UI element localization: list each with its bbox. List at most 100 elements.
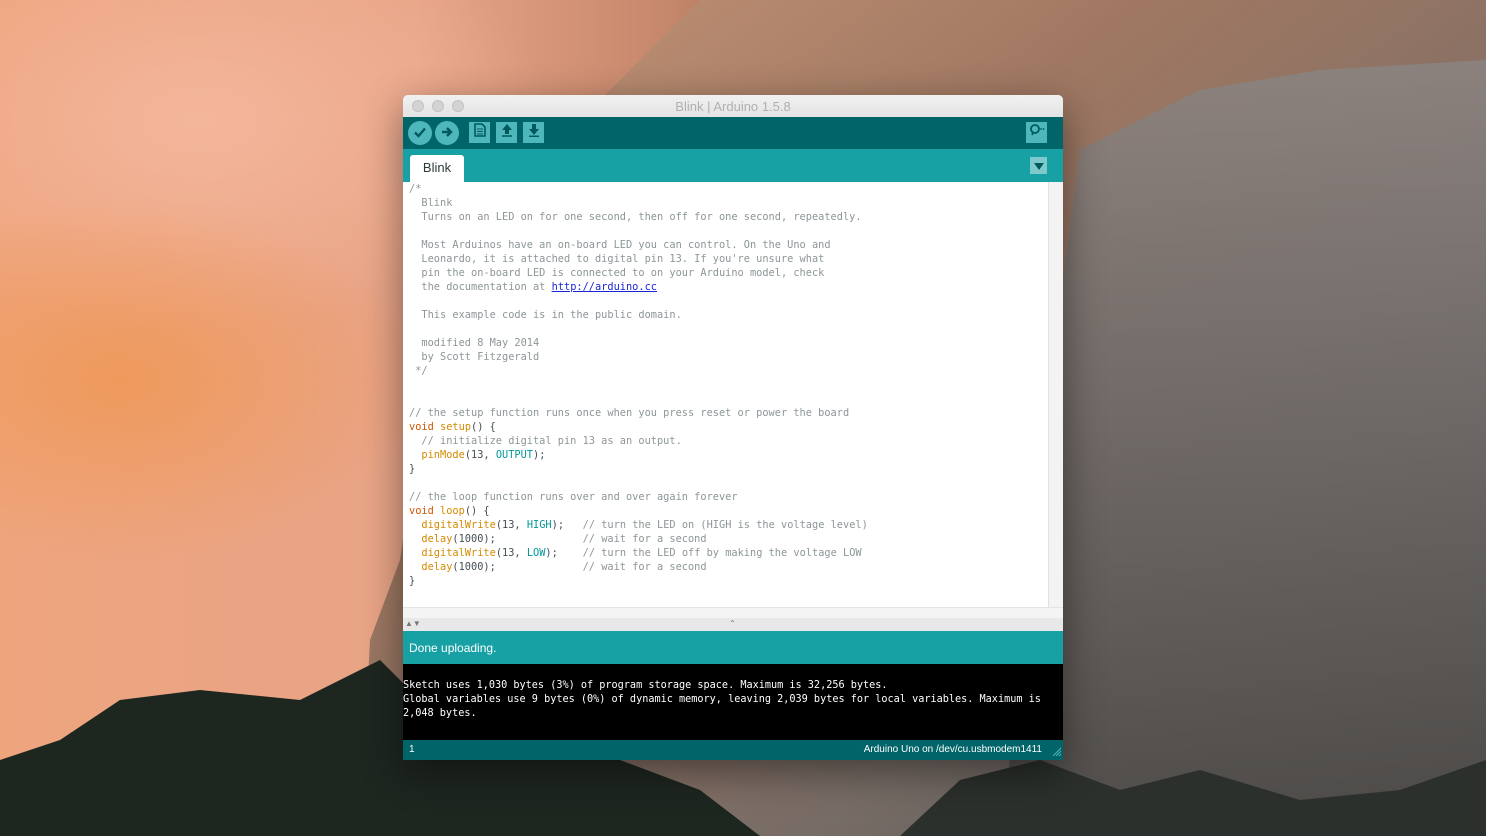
- document-icon: [473, 123, 486, 142]
- code-token: // the setup function runs once when you…: [409, 407, 850, 419]
- code-link[interactable]: http://arduino.cc: [552, 281, 657, 293]
- code-token: loop: [440, 505, 465, 517]
- console-output[interactable]: Sketch uses 1,030 bytes (3%) of program …: [403, 664, 1063, 740]
- code-line[interactable]: Most Arduinos have an on-board LED you c…: [409, 239, 831, 251]
- open-sketch-button[interactable]: [496, 122, 517, 143]
- footer-bar: 1 Arduino Uno on /dev/cu.usbmodem1411: [403, 740, 1063, 760]
- code-line[interactable]: modified 8 May 2014: [409, 337, 539, 349]
- code-token: // turn the LED off by making the voltag…: [582, 547, 862, 559]
- code-line[interactable]: digitalWrite(13, LOW); // turn the LED o…: [409, 547, 862, 559]
- code-line[interactable]: Blink: [409, 197, 452, 209]
- code-token: // wait for a second: [582, 533, 707, 545]
- code-line[interactable]: }: [409, 463, 415, 475]
- tab-bar: Blink: [403, 149, 1063, 182]
- collapse-arrows-icon[interactable]: ▲▼: [405, 619, 421, 628]
- status-message: Done uploading.: [409, 641, 497, 655]
- editor-vertical-scrollbar[interactable]: [1048, 182, 1063, 607]
- status-bar: Done uploading.: [403, 631, 1063, 664]
- drag-handle-icon[interactable]: ⌃: [729, 619, 736, 628]
- code-token: // initialize digital pin 13 as an outpu…: [409, 435, 682, 447]
- arrow-up-icon: [500, 123, 514, 142]
- code-line[interactable]: by Scott Fitzgerald: [409, 351, 539, 363]
- code-token: (1000);: [452, 533, 583, 545]
- code-line[interactable]: This example code is in the public domai…: [409, 309, 682, 321]
- code-token: Turns on an LED on for one second, then …: [409, 211, 862, 223]
- code-token: Blink: [409, 197, 453, 209]
- code-token: }: [409, 463, 416, 475]
- code-line[interactable]: pinMode(13, OUTPUT);: [409, 449, 545, 461]
- code-line[interactable]: Leonardo, it is attached to digital pin …: [409, 253, 824, 265]
- code-token: );: [533, 449, 546, 461]
- code-token: delay: [421, 561, 453, 573]
- code-line[interactable]: delay(1000); // wait for a second: [409, 561, 706, 573]
- code-token: delay: [421, 533, 453, 545]
- title-bar[interactable]: Blink | Arduino 1.5.8: [403, 95, 1063, 118]
- code-token: void: [409, 505, 434, 517]
- code-token: (1000);: [452, 561, 583, 573]
- code-token: by Scott Fitzgerald: [409, 351, 540, 363]
- code-token: void: [409, 421, 434, 433]
- code-line[interactable]: }: [409, 575, 415, 587]
- code-token: );: [545, 547, 583, 559]
- code-line[interactable]: void loop() {: [409, 505, 490, 517]
- code-line[interactable]: Turns on an LED on for one second, then …: [409, 211, 862, 223]
- checkmark-icon: [413, 125, 427, 142]
- code-token: Leonardo, it is attached to digital pin …: [409, 253, 825, 265]
- code-token: () {: [471, 421, 496, 433]
- console-divider[interactable]: ▲▼ ⌃: [403, 618, 1063, 631]
- save-sketch-button[interactable]: [523, 122, 544, 143]
- code-token: () {: [464, 505, 490, 517]
- upload-button[interactable]: [435, 121, 459, 145]
- code-line[interactable]: */: [409, 365, 428, 377]
- code-token: }: [409, 575, 416, 587]
- code-token: digitalWrite: [421, 519, 496, 531]
- code-token: Most Arduinos have an on-board LED you c…: [409, 239, 831, 251]
- code-line[interactable]: /*: [409, 183, 421, 195]
- window-title: Blink | Arduino 1.5.8: [675, 99, 791, 114]
- code-token: pinMode: [421, 449, 465, 461]
- code-token: the documentation at: [409, 281, 552, 293]
- code-text[interactable]: /* Blink Turns on an LED on for one seco…: [403, 182, 1048, 588]
- tab-menu-button[interactable]: [1030, 157, 1047, 174]
- code-token: OUTPUT: [495, 449, 534, 461]
- code-line[interactable]: // the setup function runs once when you…: [409, 407, 849, 419]
- magnifier-icon: [1029, 123, 1045, 142]
- code-token: // the loop function runs over and over …: [409, 491, 738, 503]
- code-token: HIGH: [526, 519, 552, 531]
- code-token: (13,: [464, 449, 496, 461]
- resize-grip-icon[interactable]: [1051, 746, 1062, 759]
- triangle-down-icon: [1033, 157, 1044, 175]
- tab-blink[interactable]: Blink: [410, 155, 464, 182]
- code-token: setup: [440, 421, 472, 433]
- code-token: );: [551, 519, 583, 531]
- code-line[interactable]: pin the on-board LED is connected to on …: [409, 267, 824, 279]
- code-line[interactable]: digitalWrite(13, HIGH); // turn the LED …: [409, 519, 868, 531]
- code-line[interactable]: the documentation at http://arduino.cc: [409, 281, 657, 293]
- code-token: // turn the LED on (HIGH is the voltage …: [582, 519, 868, 531]
- code-token: /*: [409, 183, 422, 195]
- code-token: digitalWrite: [421, 547, 496, 559]
- console-text: Sketch uses 1,030 bytes (3%) of program …: [403, 680, 1041, 719]
- code-token: (13,: [495, 519, 527, 531]
- code-token: (13,: [495, 547, 527, 559]
- code-token: This example code is in the public domai…: [409, 309, 682, 321]
- arrow-right-icon: [440, 125, 454, 142]
- code-line[interactable]: delay(1000); // wait for a second: [409, 533, 707, 545]
- code-editor[interactable]: /* Blink Turns on an LED on for one seco…: [403, 182, 1048, 607]
- line-number: 1: [409, 744, 415, 755]
- code-line[interactable]: // the loop function runs over and over …: [409, 491, 738, 503]
- code-token: */: [409, 365, 428, 377]
- new-sketch-button[interactable]: [469, 122, 490, 143]
- code-line[interactable]: void setup() {: [409, 421, 496, 433]
- code-token: pin the on-board LED is connected to on …: [409, 267, 825, 279]
- board-port-label: Arduino Uno on /dev/cu.usbmodem1411: [863, 744, 1042, 755]
- arduino-ide-window: Blink | Arduino 1.5.8 Blink /* Blink Tur…: [403, 95, 1063, 760]
- serial-monitor-button[interactable]: [1026, 122, 1047, 143]
- verify-button[interactable]: [408, 121, 432, 145]
- code-line[interactable]: // initialize digital pin 13 as an outpu…: [409, 435, 682, 447]
